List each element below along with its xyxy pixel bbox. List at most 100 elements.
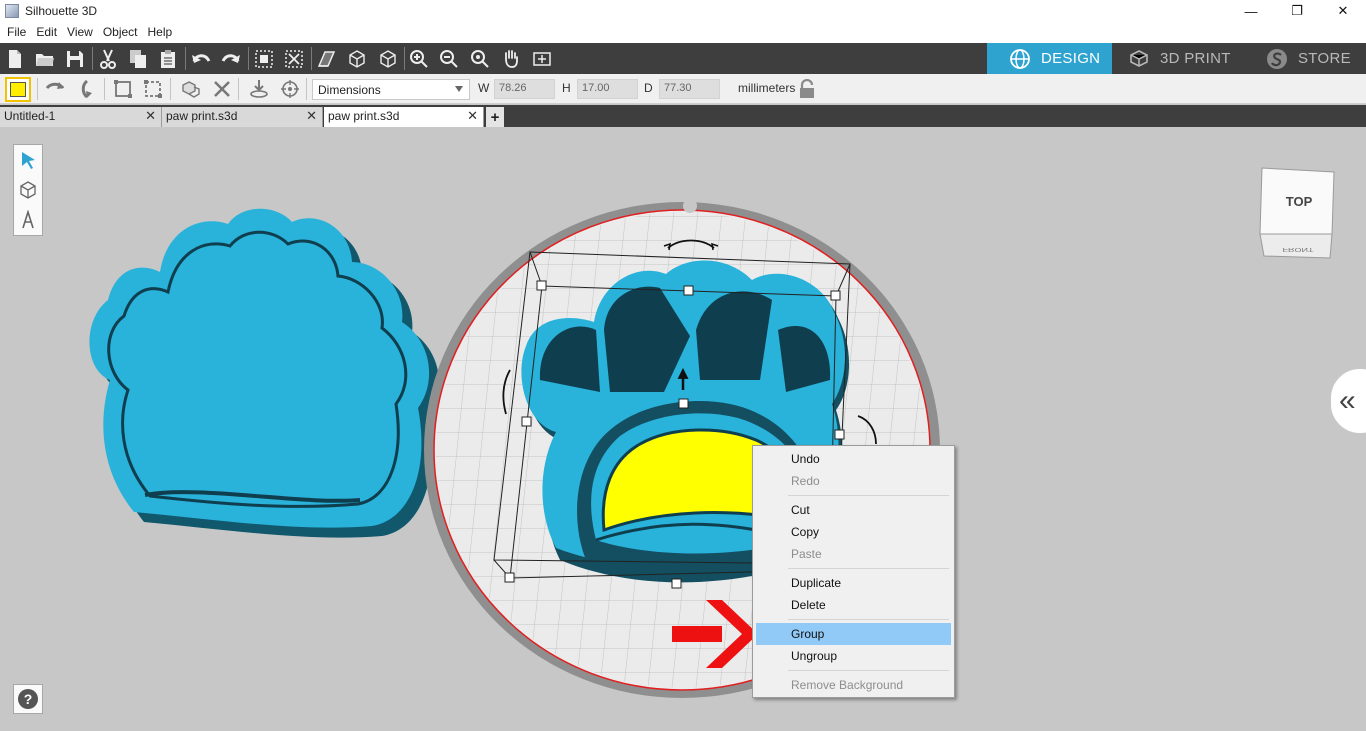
menu-separator	[788, 670, 949, 671]
flip-horizontal-icon[interactable]	[44, 79, 66, 99]
help-button[interactable]: ?	[13, 684, 43, 714]
menu-delete[interactable]: Delete	[756, 594, 951, 616]
menu-view[interactable]: View	[62, 22, 98, 43]
center-target-icon[interactable]	[279, 79, 301, 99]
menu-cut[interactable]: Cut	[756, 499, 951, 521]
copy-icon[interactable]	[127, 48, 149, 69]
doc-tab-untitled[interactable]: Untitled-1 ✕	[0, 107, 162, 127]
height-field[interactable]: 17.00	[577, 79, 638, 99]
document-tab-bar: Untitled-1 ✕ paw print.s3d ✕ paw print.s3d…	[0, 105, 1366, 127]
undo-icon[interactable]	[190, 48, 212, 69]
window-controls: — ❐ ✕	[1228, 0, 1366, 22]
new-file-icon[interactable]	[4, 48, 26, 69]
boxes-icon[interactable]	[180, 79, 202, 99]
toolbar-separator	[311, 47, 312, 70]
close-tab-icon[interactable]: ✕	[467, 108, 478, 124]
save-icon[interactable]	[64, 48, 86, 69]
menu-copy[interactable]: Copy	[756, 521, 951, 543]
units-label: millimeters	[738, 81, 796, 95]
menu-paste: Paste	[791, 547, 822, 561]
scene-svg[interactable]	[0, 127, 1366, 728]
fit-page-icon[interactable]	[531, 48, 553, 69]
menu-remove-background: Remove Background	[791, 678, 904, 692]
select-all-icon[interactable]	[253, 48, 275, 69]
menu-help[interactable]: Help	[143, 22, 178, 43]
resize-handle	[536, 280, 547, 291]
redo-icon[interactable]	[220, 48, 242, 69]
paste-icon[interactable]	[157, 48, 179, 69]
resize-handle	[830, 290, 841, 301]
deselect-icon[interactable]	[283, 48, 305, 69]
view-cube[interactable]: TOP FRONT	[1256, 164, 1338, 260]
perspective-view-icon[interactable]	[315, 48, 337, 69]
delete-x-icon[interactable]	[211, 79, 233, 99]
pan-hand-icon[interactable]	[500, 48, 522, 69]
close-tab-icon[interactable]: ✕	[145, 108, 156, 124]
toolbar-separator	[37, 78, 38, 100]
width-field[interactable]: 78.26	[494, 79, 555, 99]
tab-3d-print-label: 3D PRINT	[1160, 50, 1231, 67]
tool-palette	[13, 144, 43, 236]
doc-tab-paw-print-2[interactable]: paw print.s3d ✕	[324, 107, 484, 127]
depth-field[interactable]: 77.30	[659, 79, 720, 99]
printer-3d-icon	[1130, 49, 1148, 67]
resize-handle	[678, 398, 689, 409]
text-tool[interactable]	[14, 205, 42, 235]
cube-tool[interactable]	[14, 175, 42, 205]
menu-edit[interactable]: Edit	[31, 22, 62, 43]
context-menu: Undo Redo Cut Copy Paste Duplicate Delet…	[752, 445, 955, 698]
properties-bar: Dimensions W 78.26 H 17.00 D 77.30 milli…	[0, 74, 1366, 104]
group-icon[interactable]	[112, 79, 134, 99]
menu-group[interactable]: Group	[756, 623, 951, 645]
menu-separator	[788, 568, 949, 569]
globe-icon	[1010, 48, 1030, 69]
doc-tab-paw-print-1[interactable]: paw print.s3d ✕	[162, 107, 323, 127]
view-cube-front-label[interactable]: FRONT	[1283, 247, 1315, 254]
toolbar-separator	[92, 47, 93, 70]
drop-to-floor-icon[interactable]	[248, 79, 270, 99]
zoom-fit-icon[interactable]	[469, 48, 491, 69]
tab-3d-print[interactable]: 3D PRINT	[1128, 43, 1253, 74]
app-logo-icon	[5, 4, 19, 18]
resize-handle	[504, 572, 515, 583]
depth-label: D	[644, 81, 653, 95]
doc-tab-label: paw print.s3d	[328, 109, 400, 123]
dimensions-select[interactable]: Dimensions	[312, 79, 470, 100]
minimize-button[interactable]: —	[1228, 0, 1274, 22]
toolbar-separator	[185, 47, 186, 70]
add-tab-button[interactable]: +	[486, 107, 504, 127]
tab-store-label: STORE	[1298, 50, 1351, 67]
zoom-out-icon[interactable]	[438, 48, 460, 69]
tab-store[interactable]: STORE	[1266, 43, 1366, 74]
box-alt-view-icon[interactable]	[377, 48, 399, 69]
flip-vertical-icon[interactable]	[76, 79, 98, 99]
window-title: Silhouette 3D	[25, 4, 98, 18]
text-3d-icon	[22, 210, 34, 229]
zoom-in-icon[interactable]	[408, 48, 430, 69]
menu-duplicate[interactable]: Duplicate	[756, 572, 951, 594]
cut-icon[interactable]	[97, 48, 119, 69]
open-folder-icon[interactable]	[34, 48, 56, 69]
toolbar-separator	[238, 78, 239, 100]
box-view-icon[interactable]	[346, 48, 368, 69]
menu-ungroup[interactable]: Ungroup	[756, 645, 951, 667]
restore-button[interactable]: ❐	[1274, 0, 1320, 22]
menu-object[interactable]: Object	[98, 22, 143, 43]
toolbar-separator	[170, 78, 171, 100]
view-cube-top-label[interactable]: TOP	[1286, 194, 1313, 209]
close-button[interactable]: ✕	[1320, 0, 1366, 22]
menu-undo[interactable]: Undo	[756, 448, 951, 470]
tab-design[interactable]: DESIGN	[987, 43, 1112, 74]
title-bar: Silhouette 3D — ❐ ✕	[0, 0, 1366, 22]
cursor-arrow-icon	[22, 152, 35, 169]
doc-tab-label: Untitled-1	[4, 109, 56, 123]
lock-icon[interactable]	[798, 78, 816, 102]
pointer-tool[interactable]	[14, 145, 42, 175]
ungroup-icon[interactable]	[142, 79, 164, 99]
fill-color-swatch[interactable]	[5, 77, 31, 102]
menu-file[interactable]: File	[2, 22, 31, 43]
close-tab-icon[interactable]: ✕	[306, 108, 317, 124]
doc-tab-label: paw print.s3d	[166, 109, 238, 123]
design-canvas[interactable]	[0, 127, 1366, 728]
paw-model-left[interactable]	[89, 208, 440, 538]
